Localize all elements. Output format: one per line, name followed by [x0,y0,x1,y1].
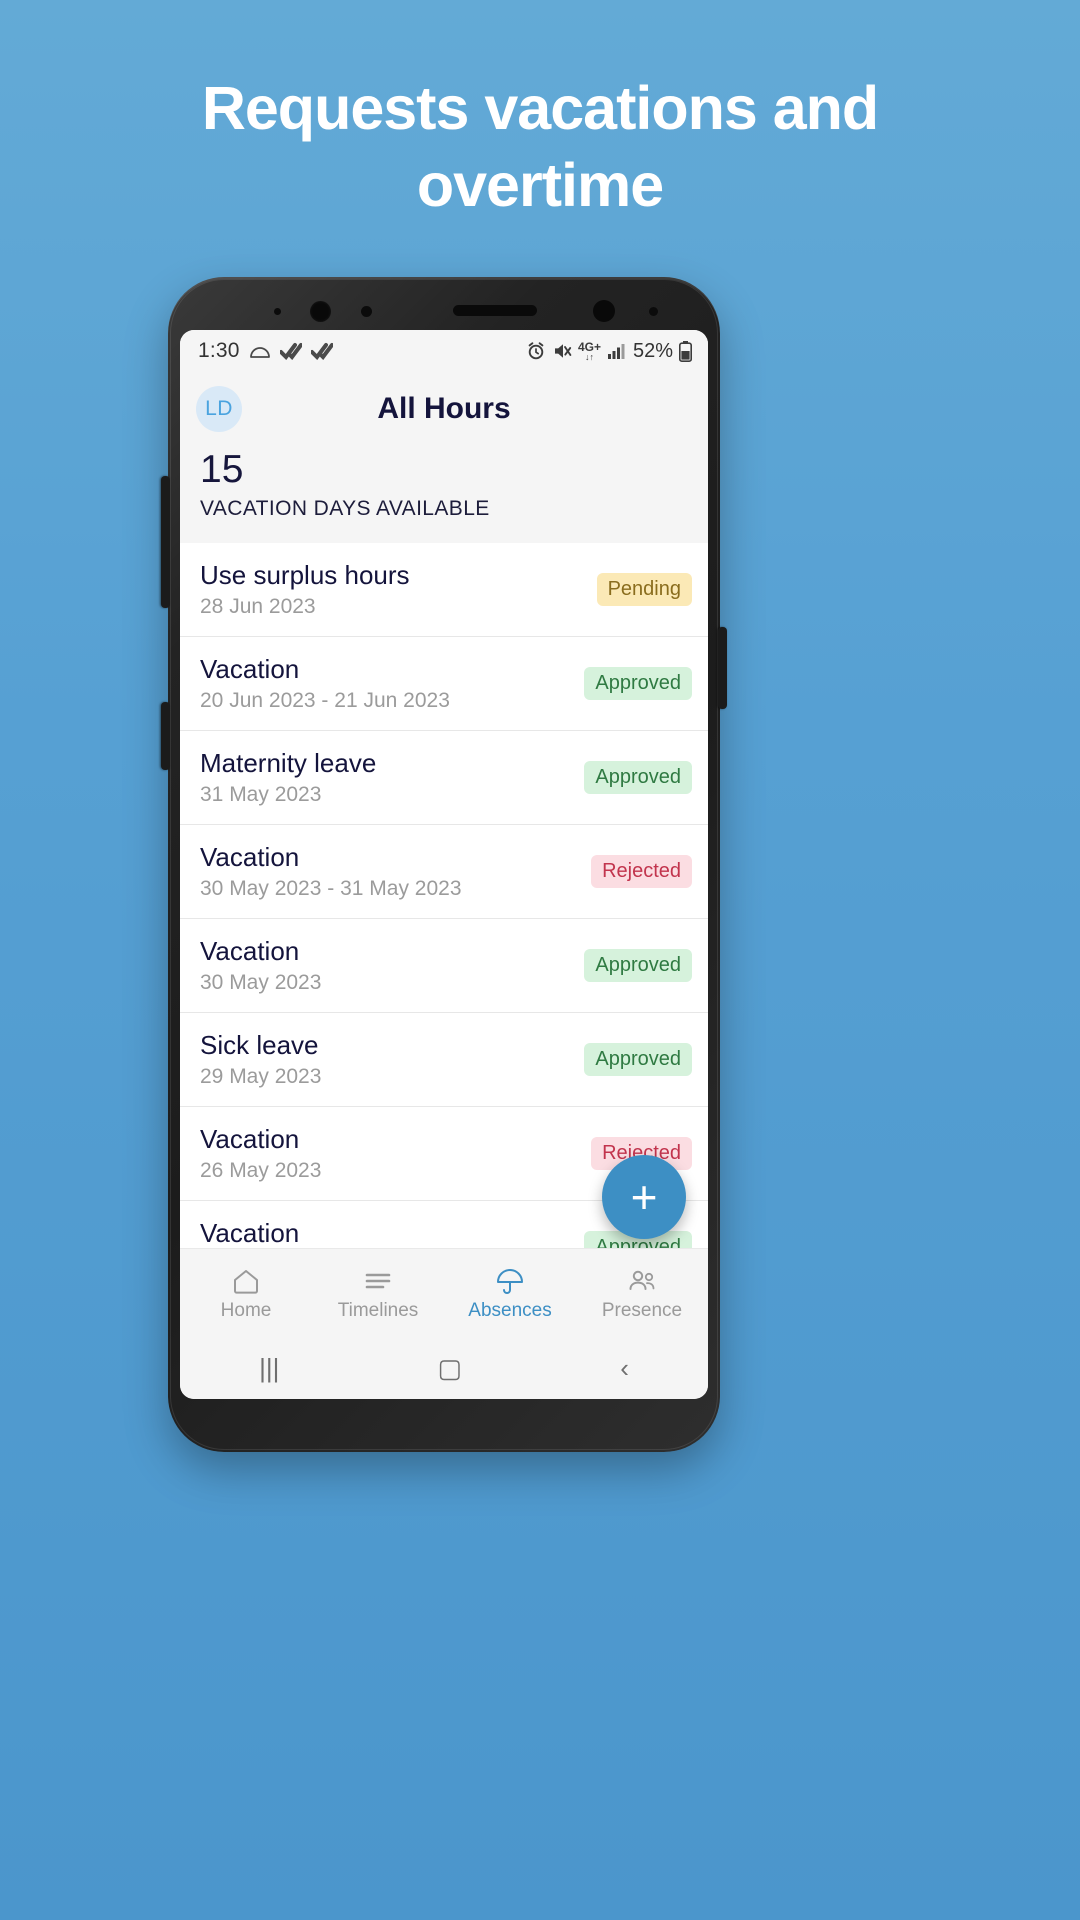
double-check-icon [310,342,333,360]
nav-label: Presence [601,1299,683,1321]
avatar[interactable]: LD [196,386,242,432]
headline-line-2: overtime [416,151,664,219]
double-check-icon [279,342,302,360]
absence-row-main: Vacation 26 May 2023 [200,1124,321,1183]
vacation-summary: 15 VACATION DAYS AVAILABLE [180,446,708,543]
front-camera-icon [310,301,331,322]
status-bar-right: 4G+ ↓↑ 52% [526,340,692,363]
people-icon [626,1265,658,1295]
absence-date: 26 May 2023 [200,1158,322,1182]
absence-title: Vacation [200,1217,300,1248]
phone-screen: 1:30 4G+ ↓↑ 52% LD All Hours 15 VACATION… [180,330,708,1399]
battery-icon [679,340,692,362]
absence-date: 28 Jun 2023 [200,594,316,618]
vacation-days-caption: VACATION DAYS AVAILABLE [200,496,490,520]
home-icon [231,1265,261,1295]
absence-row[interactable]: Maternity leave 31 May 2023 Approved [180,731,708,825]
absence-date: 30 May 2023 [200,970,322,994]
app-bar-title: All Hours [377,392,511,425]
absence-row[interactable]: Sick leave 29 May 2023 Approved [180,1013,708,1107]
mute-icon [552,341,572,361]
vacation-days-value: 15 [200,448,244,491]
absence-date: 20 Jun 2023 - 21 Jun 2023 [200,688,450,712]
nav-item-home[interactable]: Home [180,1265,312,1322]
nav-item-timelines[interactable]: Timelines [312,1265,444,1322]
signal-icon [607,342,625,360]
add-absence-fab[interactable]: + [602,1155,686,1239]
status-badge: Approved [584,760,692,794]
absence-row-main: Vacation 30 May 2023 - 31 May 2023 [200,842,462,901]
home-button[interactable]: ▢ [438,1353,463,1384]
absence-date: 29 May 2023 [200,1064,322,1088]
absence-row-main: Vacation 30 May 2023 [200,936,321,995]
assistant-button[interactable] [161,702,170,770]
power-button[interactable] [718,627,727,709]
absence-title: Vacation [200,653,300,684]
status-bar-left: 1:30 [198,339,333,363]
absence-row-main: Sick leave 29 May 2023 [200,1030,321,1089]
nav-label: Home [220,1299,272,1321]
sensor-dot-icon [361,306,372,317]
absence-title: Vacation [200,841,300,872]
plus-icon: + [630,1171,658,1223]
nav-item-absences[interactable]: Absences [444,1265,576,1322]
absence-row-main: Use surplus hours 28 Jun 2023 [200,560,410,619]
status-badge: Approved [584,666,692,700]
network-type-label: 4G+ ↓↑ [577,339,601,362]
recents-button[interactable]: ||| [259,1353,279,1384]
absence-row[interactable]: Vacation 30 May 2023 - 31 May 2023 Rejecte… [180,825,708,919]
status-badge: Rejected [591,854,692,888]
system-navigation-bar: ||| ▢ ‹ [180,1337,708,1399]
absence-row-main: Maternity leave 31 May 2023 [200,748,376,807]
earpiece-speaker [453,305,537,316]
phone-sensors [168,277,720,332]
sensor-dot-icon [649,307,658,316]
app-bar: LD All Hours [180,372,708,446]
avatar-initials: LD [205,397,233,420]
absence-title: Vacation [200,935,300,966]
status-time: 1:30 [198,339,240,362]
absence-row[interactable]: Vacation 30 May 2023 Approved [180,919,708,1013]
nav-item-presence[interactable]: Presence [576,1265,708,1322]
headline-line-1: Requests vacations and [201,74,879,142]
nav-label: Timelines [337,1299,419,1321]
sensor-dot-icon [274,308,281,315]
status-badge: Approved [584,948,692,982]
volume-button[interactable] [161,476,170,608]
bottom-navigation: Home Timelines Absences Presence [180,1248,708,1337]
sensor-dot-icon [593,300,615,322]
weather-cloud-icon [249,343,271,359]
absence-row-main: Vacation 20 Jun 2023 - 21 Jun 2023 [200,654,450,713]
lines-icon [363,1265,393,1295]
absence-row[interactable]: Vacation 20 Jun 2023 - 21 Jun 2023 Approve… [180,637,708,731]
battery-percent: 52% [632,339,673,362]
status-badge: Pending [596,572,692,606]
back-button[interactable]: ‹ [620,1353,629,1384]
alarm-icon [526,341,546,361]
phone-chin [168,1399,720,1452]
absence-date: 30 May 2023 - 31 May 2023 [200,876,462,900]
absence-title: Use surplus hours [200,559,410,590]
page-title: Requests vacations and overtime [0,78,1080,216]
nav-label: Absences [468,1299,552,1321]
status-bar: 1:30 4G+ ↓↑ 52% [180,330,708,372]
absence-title: Sick leave [200,1029,319,1060]
absence-title: Vacation [200,1123,300,1154]
absence-title: Maternity leave [200,747,377,778]
umbrella-icon [495,1265,525,1295]
absence-row[interactable]: Use surplus hours 28 Jun 2023 Pending [180,543,708,637]
status-badge: Approved [584,1042,692,1076]
phone-mockup: 1:30 4G+ ↓↑ 52% LD All Hours 15 VACATION… [161,277,727,1452]
absence-date: 31 May 2023 [200,782,322,806]
